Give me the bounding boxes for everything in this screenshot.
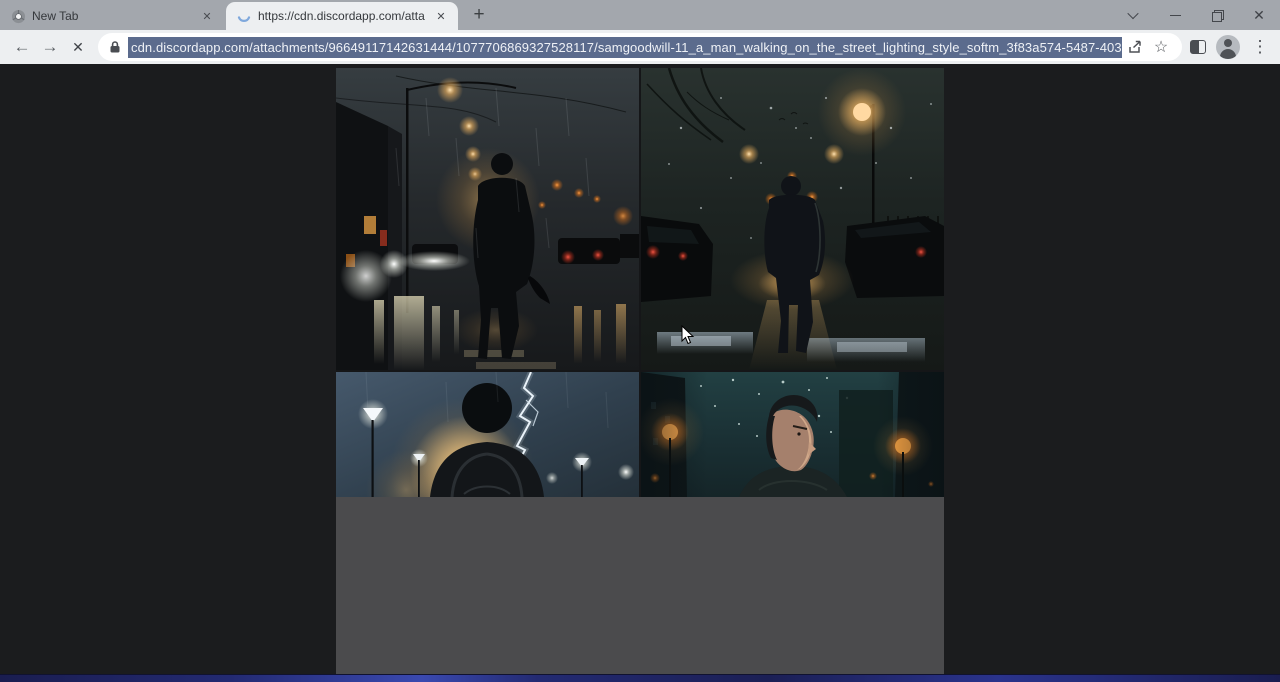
back-button[interactable]: ← xyxy=(8,33,36,61)
page-content xyxy=(0,64,1280,674)
url-text[interactable]: cdn.discordapp.com/attachments/966491171… xyxy=(128,37,1122,58)
menu-icon[interactable]: ⋮ xyxy=(1250,37,1270,57)
tab-strip: New Tab ✕ https://cdn.discordapp.com/att… xyxy=(0,0,1280,30)
bookmark-star-icon[interactable]: ☆ xyxy=(1148,34,1174,60)
window-chevron-down-icon[interactable] xyxy=(1112,0,1154,30)
tab-new-tab[interactable]: New Tab ✕ xyxy=(0,2,224,30)
window-minimize-button[interactable] xyxy=(1154,0,1196,30)
image-loading-placeholder xyxy=(336,497,944,674)
tab-close-icon[interactable]: ✕ xyxy=(432,7,450,25)
tab-close-icon[interactable]: ✕ xyxy=(198,7,216,25)
image-top-left[interactable] xyxy=(336,68,639,370)
forward-button[interactable]: → xyxy=(36,33,64,61)
toolbar: ← → ✕ cdn.discordapp.com/attachments/966… xyxy=(0,30,1280,64)
window-controls: ✕ xyxy=(1112,0,1280,30)
profile-avatar[interactable] xyxy=(1216,35,1240,59)
window-restore-button[interactable] xyxy=(1196,0,1238,30)
address-bar[interactable]: cdn.discordapp.com/attachments/966491171… xyxy=(98,33,1182,61)
share-icon[interactable] xyxy=(1122,34,1148,60)
taskbar-edge[interactable] xyxy=(0,674,1280,682)
image-attachment xyxy=(336,68,944,674)
stop-loading-button[interactable]: ✕ xyxy=(64,33,92,61)
window-close-button[interactable]: ✕ xyxy=(1238,0,1280,30)
tab-title: https://cdn.discordapp.com/atta xyxy=(258,9,426,23)
image-bottom-left[interactable] xyxy=(336,372,639,497)
tab-title: New Tab xyxy=(32,9,192,23)
mouse-cursor xyxy=(681,325,695,345)
new-tab-button[interactable]: + xyxy=(466,2,492,28)
tab-discord-cdn[interactable]: https://cdn.discordapp.com/atta ✕ xyxy=(226,2,458,30)
lock-icon[interactable] xyxy=(109,40,121,54)
chrome-logo-icon xyxy=(10,8,26,24)
side-panel-icon[interactable] xyxy=(1190,40,1206,54)
browser-window: New Tab ✕ https://cdn.discordapp.com/att… xyxy=(0,0,1280,682)
image-bottom-right[interactable] xyxy=(641,372,944,497)
loading-spinner-icon xyxy=(236,8,252,24)
